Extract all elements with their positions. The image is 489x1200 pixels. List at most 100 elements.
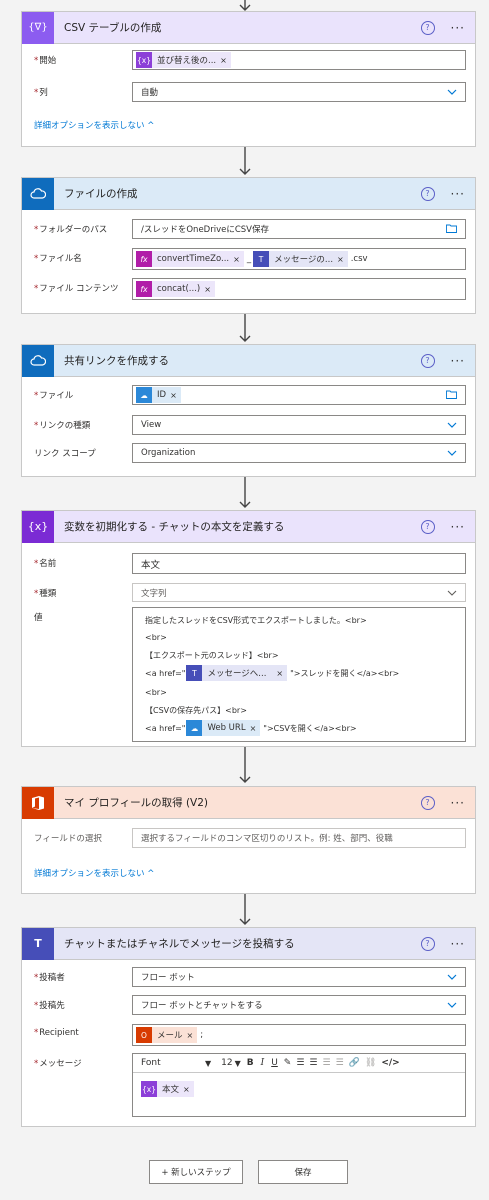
variable-icon: {x}: [141, 1081, 157, 1097]
step-card-get-my-profile: マイ プロフィールの取得 (V2) ? ··· フィールドの選択 選択するフィー…: [21, 786, 476, 894]
font-size-select[interactable]: 12: [221, 1058, 232, 1068]
unlink-icon[interactable]: ⛓: [365, 1058, 376, 1068]
chevron-down-icon: [447, 450, 457, 456]
more-options-icon[interactable]: ···: [451, 354, 465, 368]
help-icon[interactable]: ?: [420, 20, 435, 35]
connector-arrow: [237, 314, 253, 344]
step-card-create-csv-table: {∇} CSV テーブルの作成 ? ··· *開始 {x} 並び替え後の... × …: [21, 11, 476, 147]
font-size-dropdown-icon[interactable]: ▼: [235, 1059, 241, 1068]
recipient-field[interactable]: O メール × ;: [132, 1024, 466, 1046]
toggle-advanced-options[interactable]: 詳細オプションを表示しない ^: [34, 119, 154, 131]
chevron-down-icon: [447, 590, 457, 596]
font-select[interactable]: Font: [133, 1058, 201, 1068]
value-text: <a href=": [145, 668, 186, 678]
toggle-advanced-options[interactable]: 詳細オプションを表示しない ^: [34, 867, 154, 879]
help-icon[interactable]: ?: [420, 186, 435, 201]
step-header[interactable]: {x} 変数を初期化する - チャットの本文を定義する ? ···: [22, 510, 475, 543]
help-icon[interactable]: ?: [420, 353, 435, 368]
help-icon[interactable]: ?: [420, 519, 435, 534]
numbered-list-icon[interactable]: ☰: [309, 1058, 317, 1068]
more-options-icon[interactable]: ···: [451, 796, 465, 810]
dynamic-token[interactable]: O メール ×: [136, 1027, 198, 1043]
variable-value-textarea[interactable]: 指定したスレッドをCSV形式でエクスポートしました。<br> <br> 【エクス…: [132, 607, 466, 742]
file-field[interactable]: ☁ ID ×: [132, 385, 466, 405]
code-view-icon[interactable]: </>: [381, 1058, 399, 1068]
font-dropdown-icon[interactable]: ▼: [205, 1059, 211, 1068]
remove-token-icon[interactable]: ×: [250, 724, 257, 733]
dynamic-token[interactable]: {x} 本文 ×: [141, 1081, 194, 1097]
select-fields-input[interactable]: 選択するフィールドのコンマ区切りのリスト。例: 姓、部門、役職: [132, 828, 466, 848]
more-options-icon[interactable]: ···: [451, 937, 465, 951]
value-line: 【エクスポート元のスレッド】<br>: [145, 651, 279, 660]
remove-token-icon[interactable]: ×: [220, 56, 227, 65]
highlight-icon[interactable]: ✎: [284, 1058, 292, 1068]
folder-path-field[interactable]: /スレッドをOneDriveにCSV保存: [132, 219, 466, 239]
file-extension-text: .csv: [350, 254, 368, 264]
recipient-suffix: ;: [200, 1030, 204, 1040]
bulleted-list-icon[interactable]: ☰: [296, 1058, 304, 1068]
post-in-value: フロー ボットとチャットをする: [141, 1001, 263, 1011]
step-header[interactable]: マイ プロフィールの取得 (V2) ? ···: [22, 786, 475, 819]
dynamic-token[interactable]: {x} 並び替え後の... ×: [136, 52, 231, 68]
dynamic-token[interactable]: ☁ Web URL ×: [186, 720, 261, 736]
step-title: 変数を初期化する - チャットの本文を定義する: [64, 521, 285, 533]
more-options-icon[interactable]: ···: [451, 520, 465, 534]
variable-name-input[interactable]: 本文: [132, 553, 466, 574]
file-content-field[interactable]: fx concat(...) ×: [132, 278, 466, 300]
folder-icon[interactable]: [446, 390, 457, 399]
increase-indent-icon[interactable]: ☰: [336, 1058, 344, 1068]
link-icon[interactable]: 🔗: [349, 1058, 360, 1068]
remove-token-icon[interactable]: ×: [276, 669, 283, 678]
folder-icon[interactable]: [446, 224, 457, 233]
remove-token-icon[interactable]: ×: [233, 255, 240, 264]
step-card-initialize-variable: {x} 変数を初期化する - チャットの本文を定義する ? ··· *名前 本文…: [21, 510, 476, 747]
bold-icon[interactable]: B: [247, 1058, 254, 1068]
underline-icon[interactable]: U: [271, 1058, 278, 1068]
file-name-field[interactable]: fx convertTimeZo... × _ T メッセージの... × .csv: [132, 248, 466, 270]
remove-token-icon[interactable]: ×: [183, 1085, 190, 1094]
dynamic-token[interactable]: fx convertTimeZo... ×: [136, 251, 244, 267]
post-as-value: フロー ボット: [141, 973, 195, 983]
link-scope-dropdown[interactable]: Organization: [132, 443, 466, 463]
onedrive-icon: [22, 344, 54, 377]
save-button[interactable]: 保存: [258, 1160, 348, 1184]
post-as-dropdown[interactable]: フロー ボット: [132, 967, 466, 987]
step-header[interactable]: ファイルの作成 ? ···: [22, 177, 475, 210]
connector-arrow: [237, 477, 253, 510]
help-icon[interactable]: ?: [420, 936, 435, 951]
dynamic-token[interactable]: ☁ ID ×: [136, 387, 181, 403]
remove-token-icon[interactable]: ×: [337, 255, 344, 264]
message-editor[interactable]: Font ▼ 12 ▼ B I U ✎ ☰ ☰ ☰ ☰ 🔗 ⛓ </> {x} 本…: [132, 1053, 466, 1117]
decrease-indent-icon[interactable]: ☰: [323, 1058, 331, 1068]
variable-type-dropdown[interactable]: 文字列: [132, 583, 466, 602]
help-icon[interactable]: ?: [420, 795, 435, 810]
dynamic-token[interactable]: fx concat(...) ×: [136, 281, 215, 297]
post-in-dropdown[interactable]: フロー ボットとチャットをする: [132, 995, 466, 1015]
step-header[interactable]: {∇} CSV テーブルの作成 ? ···: [22, 11, 475, 44]
connector-arrow: [237, 894, 253, 927]
link-type-dropdown[interactable]: View: [132, 415, 466, 435]
chevron-down-icon: [447, 974, 457, 980]
link-type-value: View: [141, 420, 162, 430]
recipient-label: *Recipient: [34, 1028, 79, 1038]
onedrive-icon: ☁: [136, 387, 152, 403]
office365-icon: O: [136, 1027, 152, 1043]
variable-icon: {x}: [136, 52, 152, 68]
dynamic-token[interactable]: T メッセージへ... ×: [186, 665, 288, 681]
dynamic-token[interactable]: T メッセージの... ×: [253, 251, 348, 267]
onedrive-icon: ☁: [186, 720, 203, 736]
chevron-down-icon: [447, 89, 457, 95]
more-options-icon[interactable]: ···: [451, 187, 465, 201]
remove-token-icon[interactable]: ×: [204, 285, 211, 294]
step-header[interactable]: 共有リンクを作成する ? ···: [22, 344, 475, 377]
remove-token-icon[interactable]: ×: [187, 1031, 194, 1040]
step-card-create-file: ファイルの作成 ? ··· *フォルダーのパス /スレッドをOneDriveにC…: [21, 177, 476, 314]
from-field[interactable]: {x} 並び替え後の... ×: [132, 50, 466, 70]
type-label: *種類: [34, 589, 57, 599]
columns-dropdown[interactable]: 自動: [132, 82, 466, 102]
new-step-button[interactable]: + 新しいステップ: [149, 1160, 243, 1184]
more-options-icon[interactable]: ···: [451, 21, 465, 35]
remove-token-icon[interactable]: ×: [170, 391, 177, 400]
italic-icon[interactable]: I: [261, 1058, 265, 1068]
step-header[interactable]: T チャットまたはチャネルでメッセージを投稿する ? ···: [22, 927, 475, 960]
